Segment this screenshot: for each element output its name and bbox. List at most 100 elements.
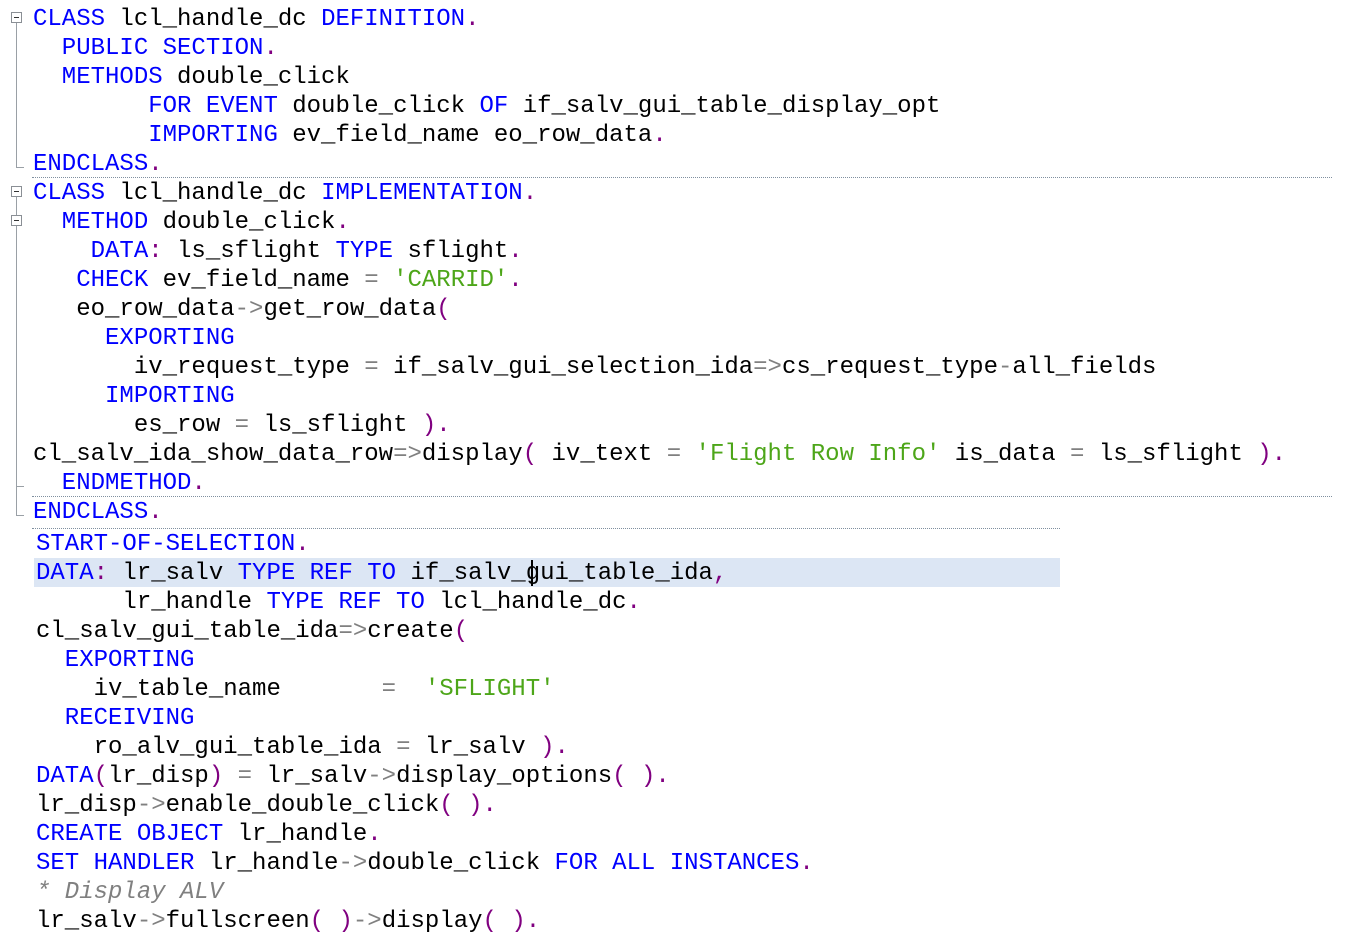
code-line[interactable]: CLASS lcl_handle_dc DEFINITION.	[33, 5, 480, 34]
code-token: ).	[511, 908, 541, 935]
code-line[interactable]: DATA(lr_disp) = lr_salv->display_options…	[36, 762, 670, 791]
code-token: )	[338, 908, 353, 935]
code-token: lr_salv	[108, 560, 238, 587]
code-token: iv_request_type	[33, 354, 365, 381]
code-token: IMPLEMENTATION	[321, 180, 523, 207]
code-token: cl_salv_gui_table_ida	[36, 618, 339, 645]
code-token: ).	[1257, 441, 1287, 468]
code-token: CLASS	[33, 180, 106, 207]
code-line[interactable]: lr_disp->enable_double_click( ).	[36, 791, 497, 820]
code-line[interactable]: cl_salv_gui_table_ida=>create(	[36, 617, 468, 646]
code-token: .	[191, 470, 206, 497]
code-token: FOR EVENT	[148, 93, 278, 120]
code-line[interactable]: es_row = ls_sflight ).	[33, 411, 451, 440]
code-line[interactable]: PUBLIC SECTION.	[33, 34, 278, 63]
code-line[interactable]: METHOD double_click.	[33, 208, 350, 237]
code-token: (	[612, 763, 627, 790]
code-line[interactable]: eo_row_data->get_row_data(	[33, 295, 450, 324]
code-line[interactable]: iv_table_name = 'SFLIGHT'	[36, 675, 555, 704]
code-token: ev_field_name eo_row_data	[277, 122, 653, 149]
code-token: .	[335, 209, 350, 236]
abap-code-editor[interactable]: CLASS lcl_handle_dc DEFINITION. PUBLIC S…	[0, 0, 1356, 940]
code-token: double_click	[367, 850, 555, 877]
code-line[interactable]: IMPORTING	[33, 382, 235, 411]
code-token: 'SFLIGHT'	[424, 676, 555, 703]
fold-guide	[16, 197, 17, 515]
code-token: (	[453, 618, 469, 645]
code-line[interactable]: METHODS double_click	[33, 63, 350, 92]
code-line[interactable]: * Display ALV	[36, 878, 223, 907]
code-token: EXPORTING	[36, 647, 195, 674]
code-line[interactable]: iv_request_type = if_salv_gui_selection_…	[33, 353, 1157, 382]
code-line[interactable]: CHECK ev_field_name = 'CARRID'.	[33, 266, 523, 295]
code-line[interactable]: ro_alv_gui_table_ida = lr_salv ).	[36, 733, 569, 762]
code-line[interactable]: FOR EVENT double_click OF if_salv_gui_ta…	[33, 92, 940, 121]
fold-toggle-icon[interactable]	[11, 12, 22, 23]
code-line[interactable]: ENDMETHOD.	[33, 469, 206, 498]
code-token: lr_handle	[223, 821, 368, 848]
code-line[interactable]: EXPORTING	[36, 646, 195, 675]
code-token: 'Flight Row Info'	[695, 441, 941, 468]
code-token: =	[666, 441, 682, 468]
code-line[interactable]: lr_salv->fullscreen( )->display( ).	[36, 907, 540, 936]
fold-toggle-icon[interactable]	[11, 186, 22, 197]
code-line[interactable]: ENDCLASS.	[33, 150, 163, 179]
code-token: DEFINITION	[321, 6, 466, 33]
code-token: .	[367, 821, 382, 848]
code-token: IMPORTING	[33, 383, 235, 410]
code-line[interactable]: CLASS lcl_handle_dc IMPLEMENTATION.	[33, 179, 537, 208]
code-line[interactable]: DATA: lr_salv TYPE REF TO if_salv_gui_ta…	[36, 559, 727, 588]
code-token: get_row_data	[263, 296, 437, 323]
fold-guide-end	[16, 486, 24, 487]
code-line[interactable]: SET HANDLER lr_handle->double_click FOR …	[36, 849, 814, 878]
code-token: TYPE REF TO	[266, 589, 425, 616]
code-line[interactable]: RECEIVING	[36, 704, 195, 733]
code-token: FOR ALL INSTANCES	[554, 850, 800, 877]
code-line[interactable]: EXPORTING	[33, 324, 235, 353]
code-token: .	[295, 531, 310, 558]
code-token: ENDCLASS	[33, 151, 149, 178]
code-token: EXPORTING	[33, 325, 235, 352]
code-token: SET HANDLER	[36, 850, 195, 877]
code-token: METHODS	[33, 64, 163, 91]
code-token: CHECK	[33, 267, 149, 294]
code-line[interactable]: START-OF-SELECTION.	[36, 530, 310, 559]
code-line[interactable]: IMPORTING ev_field_name eo_row_data.	[33, 121, 667, 150]
code-token: es_row	[33, 412, 235, 439]
code-token: =>	[393, 441, 422, 468]
code-token: .	[626, 589, 641, 616]
code-token: lr_disp	[108, 763, 209, 790]
code-line[interactable]: lr_handle TYPE REF TO lcl_handle_dc.	[36, 588, 641, 617]
code-token: -	[998, 354, 1013, 381]
code-token: ).	[421, 412, 451, 439]
code-token: TYPE REF TO	[237, 560, 397, 587]
code-line[interactable]: CREATE OBJECT lr_handle.	[36, 820, 382, 849]
code-token: iv_table_name	[36, 676, 382, 703]
code-token: .	[508, 238, 523, 265]
code-token: iv_text	[537, 441, 667, 468]
code-token: create	[367, 618, 454, 645]
code-token: .	[465, 6, 480, 33]
code-token: (	[309, 908, 325, 935]
code-line[interactable]: ENDCLASS.	[33, 498, 163, 527]
code-token: .	[799, 850, 814, 877]
code-token: ->	[338, 850, 368, 877]
code-token: .	[263, 35, 278, 62]
code-token: double_click	[148, 209, 336, 236]
code-token: ENDMETHOD	[33, 470, 192, 497]
code-line[interactable]: cl_salv_ida_show_data_row=>display( iv_t…	[33, 440, 1286, 469]
code-token: =>	[753, 354, 782, 381]
code-token: (	[482, 908, 497, 935]
code-line[interactable]: DATA: ls_sflight TYPE sflight.	[33, 237, 523, 266]
code-token: all_fields	[1012, 354, 1157, 381]
code-token: :	[93, 560, 109, 587]
fold-toggle-icon[interactable]	[11, 215, 22, 226]
code-token: * Display ALV	[36, 879, 224, 906]
code-token: =	[396, 734, 411, 761]
block-divider	[32, 528, 1060, 529]
